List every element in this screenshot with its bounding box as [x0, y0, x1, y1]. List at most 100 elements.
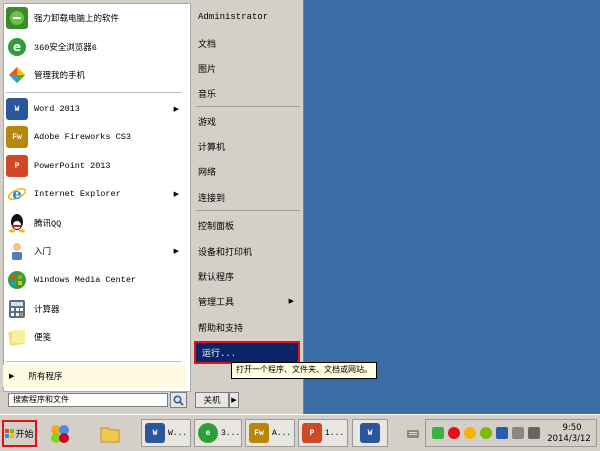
word-doc-icon: W	[145, 423, 165, 443]
run-label: 运行...	[202, 349, 237, 359]
shield-icon[interactable]	[432, 427, 444, 439]
getting-started-icon	[6, 240, 28, 262]
places-administrator[interactable]: Administrator	[198, 6, 298, 28]
menu-separator	[6, 92, 182, 93]
program-word-2013[interactable]: W Word 2013 ▶	[3, 96, 185, 122]
taskbar-button-label: A...	[272, 428, 292, 438]
flag-icon[interactable]	[496, 427, 508, 439]
places-help-support[interactable]: 帮助和支持	[198, 316, 298, 338]
program-label: 360安全浏览器6	[34, 43, 97, 53]
program-label: 计算器	[34, 305, 60, 315]
colorful-app-icon	[51, 424, 69, 443]
places-pictures[interactable]: 图片	[198, 57, 298, 79]
qq-icon[interactable]	[464, 427, 476, 439]
taskbar: 开始 W W... e 3... Fw A... P 1... W 9:50 2…	[0, 414, 600, 451]
taskbar-button-word-2[interactable]: W	[352, 419, 388, 447]
submenu-arrow-icon: ▶	[173, 105, 179, 114]
program-powerpoint[interactable]: P PowerPoint 2013	[3, 153, 185, 179]
places-label: 帮助和支持	[198, 323, 244, 334]
submenu-arrow-icon: ▶	[173, 247, 179, 256]
clock-date[interactable]: 2014/3/12	[542, 434, 596, 444]
ie-icon: e	[6, 183, 28, 205]
taskbar-button-fireworks[interactable]: Fw A...	[245, 419, 295, 447]
taskbar-button-word[interactable]: W W...	[141, 419, 191, 447]
qq-icon	[6, 212, 28, 234]
program-calculator[interactable]: 计算器	[3, 296, 185, 322]
program-sticky-notes[interactable]: 便笺	[3, 324, 185, 350]
taskbar-button-powerpoint[interactable]: P 1...	[298, 419, 348, 447]
program-label: PowerPoint 2013	[34, 161, 111, 171]
program-label: Word 2013	[34, 104, 80, 114]
program-qq[interactable]: 腾讯QQ	[3, 210, 185, 236]
places-label: Administrator	[198, 12, 269, 22]
places-control-panel[interactable]: 控制面板	[198, 214, 298, 236]
phone-manager-icon	[6, 64, 28, 86]
program-uninstaller[interactable]: 强力卸载电脑上的软件	[3, 5, 185, 31]
places-label: 音乐	[198, 89, 217, 100]
program-phone-manager[interactable]: 管理我的手机	[3, 62, 185, 88]
menu-separator	[196, 106, 300, 107]
shutdown-button[interactable]: 关机	[195, 392, 229, 408]
all-programs-button[interactable]: ▶ 所有程序	[3, 365, 185, 387]
places-devices-printers[interactable]: 设备和打印机	[198, 240, 298, 262]
quicklaunch-explorer[interactable]	[96, 420, 124, 447]
program-label: 强力卸载电脑上的软件	[34, 14, 120, 24]
search-button[interactable]	[170, 392, 187, 408]
fireworks-icon: Fw	[249, 423, 269, 443]
media-center-icon	[6, 269, 28, 291]
quicklaunch-app[interactable]	[46, 420, 74, 447]
sticky-notes-icon	[6, 326, 28, 348]
places-label: 连接到	[198, 193, 226, 204]
places-music[interactable]: 音乐	[198, 82, 298, 104]
menu-separator	[196, 210, 300, 211]
powerpoint-icon: P	[6, 155, 28, 177]
places-default-programs[interactable]: 默认程序	[198, 265, 298, 287]
places-label: 网络	[198, 167, 217, 178]
places-label: 控制面板	[198, 221, 235, 232]
places-label: 管理工具	[198, 297, 235, 308]
places-label: 默认程序	[198, 272, 235, 283]
taskbar-button-360-browser[interactable]: e 3...	[194, 419, 242, 447]
app-status-icon[interactable]	[480, 427, 492, 439]
network-icon[interactable]	[528, 427, 540, 439]
run-command-item[interactable]: 运行...	[194, 341, 300, 364]
places-label: 游戏	[198, 117, 217, 128]
word-icon: W	[6, 98, 28, 120]
svg-text:e: e	[12, 185, 22, 203]
submenu-arrow-icon: ▶	[288, 297, 294, 306]
places-admin-tools[interactable]: 管理工具 ▶	[198, 290, 298, 312]
shutdown-options-button[interactable]: ▶	[229, 392, 239, 408]
keyboard-tray-button[interactable]	[404, 420, 422, 447]
places-documents[interactable]: 文档	[198, 32, 298, 54]
program-label: 管理我的手机	[34, 71, 86, 81]
run-tooltip: 打开一个程序、文件夹、文档或网站。	[231, 362, 377, 379]
expand-arrow-icon: ▶	[9, 372, 15, 381]
program-label: Adobe Fireworks CS3	[34, 132, 131, 142]
places-label: 图片	[198, 64, 217, 75]
places-connect-to[interactable]: 连接到	[198, 186, 298, 208]
places-computer[interactable]: 计算机	[198, 135, 298, 157]
program-internet-explorer[interactable]: e Internet Explorer ▶	[3, 181, 185, 207]
taskbar-button-label: W...	[168, 428, 188, 438]
clock-time[interactable]: 9:50	[550, 423, 594, 433]
program-media-center[interactable]: Windows Media Center	[3, 267, 185, 293]
places-games[interactable]: 游戏	[198, 110, 298, 132]
start-button[interactable]: 开始	[2, 420, 37, 447]
program-fireworks[interactable]: Fw Adobe Fireworks CS3	[3, 124, 185, 150]
places-label: 计算机	[198, 142, 226, 153]
keyboard-icon	[407, 429, 419, 438]
program-label: 便笺	[34, 333, 52, 343]
program-label: 腾讯QQ	[34, 219, 62, 229]
places-network[interactable]: 网络	[198, 160, 298, 182]
svg-text:e: e	[13, 40, 21, 54]
program-getting-started[interactable]: 入门 ▶	[3, 238, 185, 264]
search-input[interactable]: 搜索程序和文件	[8, 393, 168, 407]
system-tray: 9:50 2014/3/12	[425, 419, 597, 447]
chevron-right-icon: ▶	[231, 396, 237, 404]
program-label: Internet Explorer	[34, 189, 121, 199]
fireworks-icon: Fw	[6, 126, 28, 148]
program-360-browser[interactable]: e 360安全浏览器6	[3, 34, 185, 60]
volume-icon[interactable]	[512, 427, 524, 439]
qq-icon[interactable]	[448, 427, 460, 439]
powerpoint-icon: P	[302, 423, 322, 443]
